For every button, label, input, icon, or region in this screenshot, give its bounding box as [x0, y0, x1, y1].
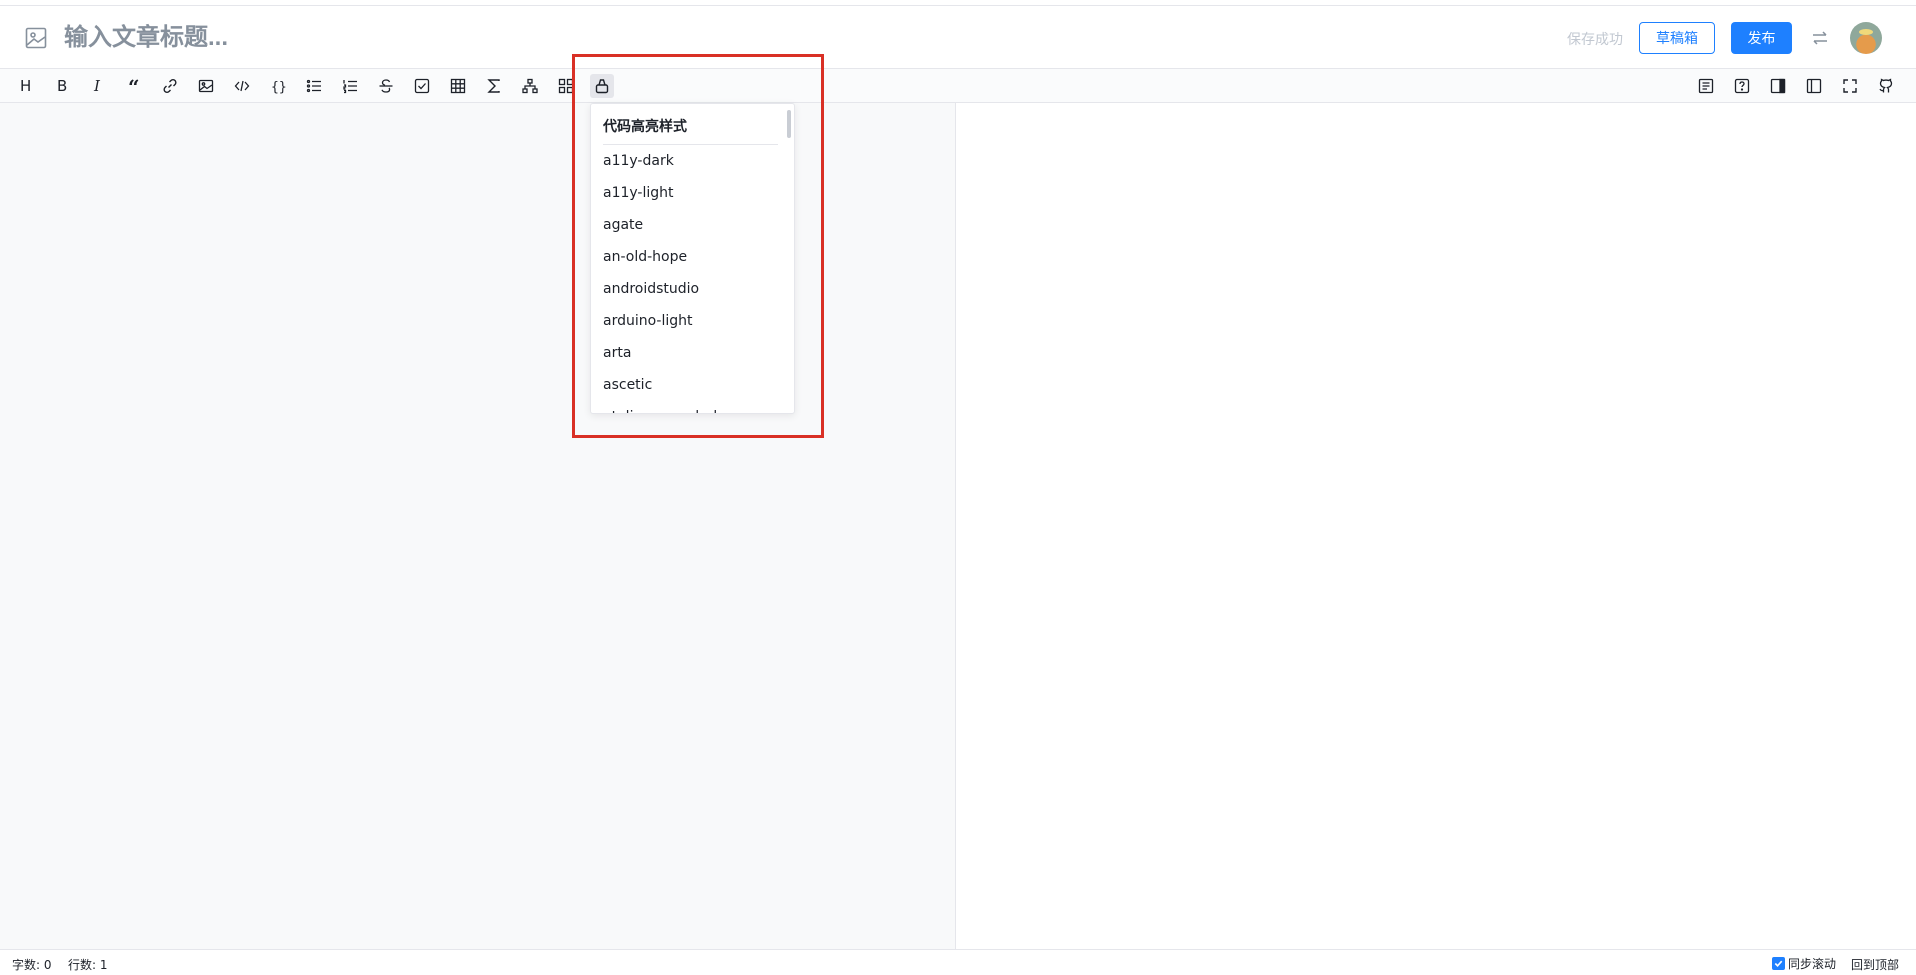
toolbar: H B I “ {}: [0, 69, 1916, 103]
code-highlight-style-dropdown: 代码高亮样式 a11y-dark a11y-light agate an-old…: [590, 103, 795, 414]
header-bar: 保存成功 草稿箱 发布: [0, 6, 1916, 69]
svg-text:H: H: [20, 77, 31, 95]
word-count: 字数: 0: [12, 958, 52, 972]
unordered-list-icon[interactable]: [302, 74, 326, 98]
switch-editor-icon[interactable]: [1810, 28, 1830, 48]
dropdown-item[interactable]: androidstudio: [591, 273, 794, 305]
svg-text:“: “: [128, 77, 140, 95]
dropdown-item[interactable]: ascetic: [591, 369, 794, 401]
directory-icon[interactable]: [1694, 74, 1718, 98]
back-to-top-link[interactable]: 回到顶部: [1851, 956, 1899, 973]
dropdown-item[interactable]: atelier-cave-dark: [591, 401, 794, 413]
svg-text:I: I: [93, 77, 101, 95]
heading-icon[interactable]: H: [14, 74, 38, 98]
fullscreen-icon[interactable]: [1838, 74, 1862, 98]
save-status: 保存成功: [1567, 32, 1623, 48]
svg-text:B: B: [57, 77, 67, 95]
image-icon[interactable]: [194, 74, 218, 98]
task-list-icon[interactable]: [410, 74, 434, 98]
preview-only-icon[interactable]: [1766, 74, 1790, 98]
dropdown-item[interactable]: a11y-dark: [591, 145, 794, 177]
dropdown-item[interactable]: an-old-hope: [591, 241, 794, 273]
strikethrough-icon[interactable]: [374, 74, 398, 98]
github-icon[interactable]: [1874, 74, 1898, 98]
help-icon[interactable]: [1730, 74, 1754, 98]
mermaid-diagram-icon[interactable]: [518, 74, 542, 98]
quote-icon[interactable]: “: [122, 74, 146, 98]
table-icon[interactable]: [446, 74, 470, 98]
sync-scroll-label: 同步滚动: [1788, 957, 1837, 971]
link-icon[interactable]: [158, 74, 182, 98]
dropdown-item[interactable]: arta: [591, 337, 794, 369]
theme-icon[interactable]: [554, 74, 578, 98]
dropdown-item[interactable]: arduino-light: [591, 305, 794, 337]
dropdown-item[interactable]: a11y-light: [591, 177, 794, 209]
editor-only-icon[interactable]: [1802, 74, 1826, 98]
italic-icon[interactable]: I: [86, 74, 110, 98]
dropdown-item[interactable]: agate: [591, 209, 794, 241]
avatar[interactable]: [1850, 22, 1882, 54]
code-block-icon[interactable]: {}: [266, 74, 290, 98]
title-input[interactable]: [64, 20, 964, 56]
dropdown-scrollbar[interactable]: [787, 110, 791, 138]
sync-scroll-toggle[interactable]: 同步滚动: [1772, 955, 1836, 972]
dropdown-list[interactable]: a11y-dark a11y-light agate an-old-hope a…: [591, 145, 794, 413]
ordered-list-icon[interactable]: [338, 74, 362, 98]
code-highlight-style-icon[interactable]: [590, 74, 614, 98]
draft-button[interactable]: 草稿箱: [1639, 22, 1715, 54]
checkbox-checked-icon[interactable]: [1772, 957, 1785, 970]
dropdown-title: 代码高亮样式: [603, 116, 778, 145]
line-count: 行数: 1: [68, 958, 108, 972]
formula-icon[interactable]: [482, 74, 506, 98]
markdown-editor-pane[interactable]: [0, 103, 956, 949]
preview-pane: [957, 103, 1916, 949]
publish-button[interactable]: 发布: [1731, 22, 1792, 54]
inline-code-icon[interactable]: [230, 74, 254, 98]
cover-image-icon[interactable]: [24, 26, 48, 50]
svg-text:{}: {}: [271, 80, 287, 95]
bold-icon[interactable]: B: [50, 74, 74, 98]
status-bar: 字数: 0 行数: 1 同步滚动 回到顶部: [0, 949, 1916, 975]
